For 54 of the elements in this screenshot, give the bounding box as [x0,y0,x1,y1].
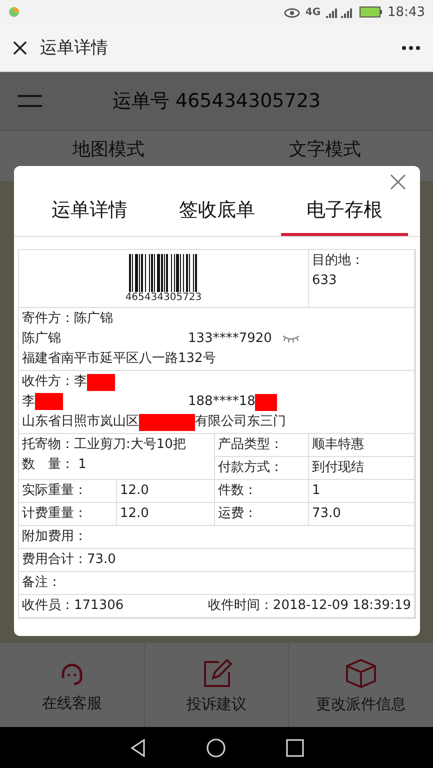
close-button[interactable] [12,40,28,56]
info-text: 188****18 [188,393,256,411]
page-title: 运单号 465434305723 [111,89,322,114]
field-value: 顺丰特惠 [312,436,365,454]
info-text: 有限公司东三门 [195,413,286,431]
info-text: 133****7920 [188,330,272,348]
redaction-block [87,374,115,390]
field-label: 付款方式： [218,459,284,477]
field-label: 件数： [218,482,258,500]
app-title: 运单详情 [40,37,109,59]
info-text: 陈广锦 [22,330,61,348]
collect-time: 收件时间：2018-12-09 18:39:19 [208,597,411,615]
field-value: 到付现结 [312,459,365,477]
collector-text: 收件员：171306 [22,597,124,615]
field-value: 12.0 [120,482,150,500]
barcode-icon [129,254,198,292]
field-label: 运费： [218,505,258,523]
eyelash-icon[interactable] [282,334,300,344]
field-label: 产品类型： [218,436,284,454]
back-button[interactable] [130,738,146,756]
info-text: 寄件方：陈广锦 [22,310,113,328]
signal-icon [326,6,354,18]
box-icon [344,656,378,688]
redaction-block [255,394,278,410]
field-label: 实际重量： [22,482,88,500]
note-text: 费用合计：73.0 [22,551,117,569]
recents-button[interactable] [286,738,304,756]
info-text: 收件方：李 [22,373,87,391]
home-button[interactable] [206,738,226,758]
barcode-number: 465434305723 [125,292,202,303]
field-value: 1 [312,482,322,500]
more-button[interactable] [401,44,421,50]
status-time: 18:43 [388,4,425,20]
note-text: 附加费用： [22,528,88,546]
field-value: 12.0 [120,505,150,523]
action-button[interactable]: 在线客服 [0,643,144,727]
info-text: 李 [22,393,35,411]
eye-icon [284,6,300,18]
goods-text: 数 量： 1 [22,456,88,474]
goods-text: 托寄物：工业剪刀:大号10把 [22,436,187,454]
destination-value: 633 [312,272,338,290]
field-label: 计费重量： [22,505,88,523]
info-text: 福建省南平市延平区八一路132号 [22,350,216,368]
battery-icon [358,6,383,18]
info-text: 山东省日照市岚山区 [22,413,139,431]
destination-label: 目的地： [312,252,365,270]
note-text: 备注： [22,574,62,592]
field-value: 73.0 [312,505,342,523]
menu-button[interactable] [18,94,42,108]
redaction-block [139,414,195,430]
network-label: 4G [305,6,321,18]
redaction-block [35,393,63,410]
dialog-tab[interactable]: 电子存根 [280,166,408,236]
app-icon [8,6,20,18]
